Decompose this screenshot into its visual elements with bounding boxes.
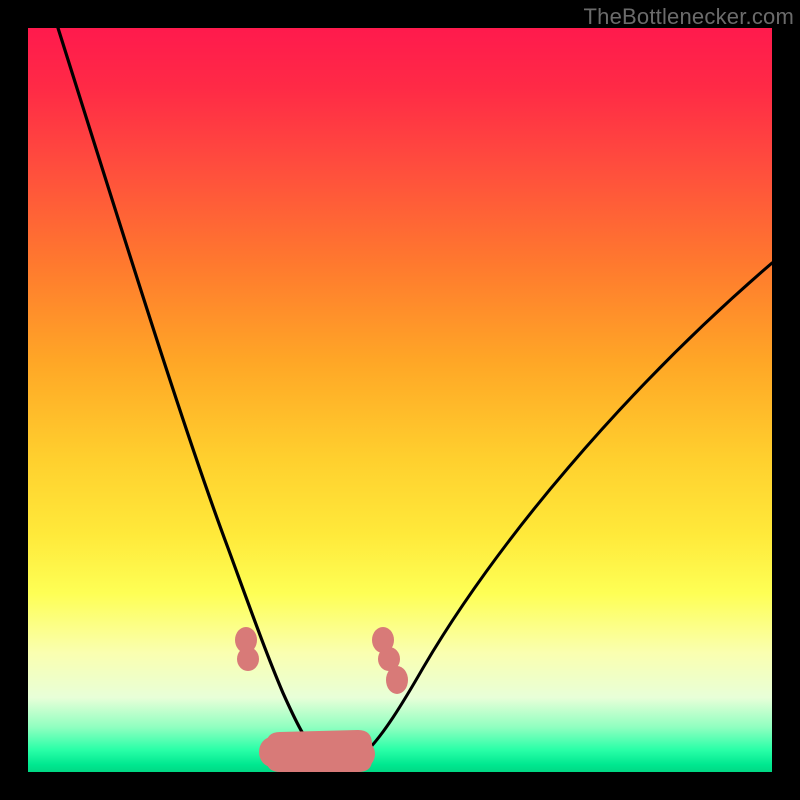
outer-frame: TheBottlenecker.com <box>0 0 800 800</box>
plot-area <box>28 28 772 772</box>
chart-svg <box>28 28 772 772</box>
left-curve <box>58 28 338 768</box>
markers-right-column <box>372 627 408 694</box>
markers-bottom-row <box>259 730 375 772</box>
markers-left-column <box>235 627 259 671</box>
right-curve <box>338 263 772 768</box>
watermark-text: TheBottlenecker.com <box>584 4 794 30</box>
